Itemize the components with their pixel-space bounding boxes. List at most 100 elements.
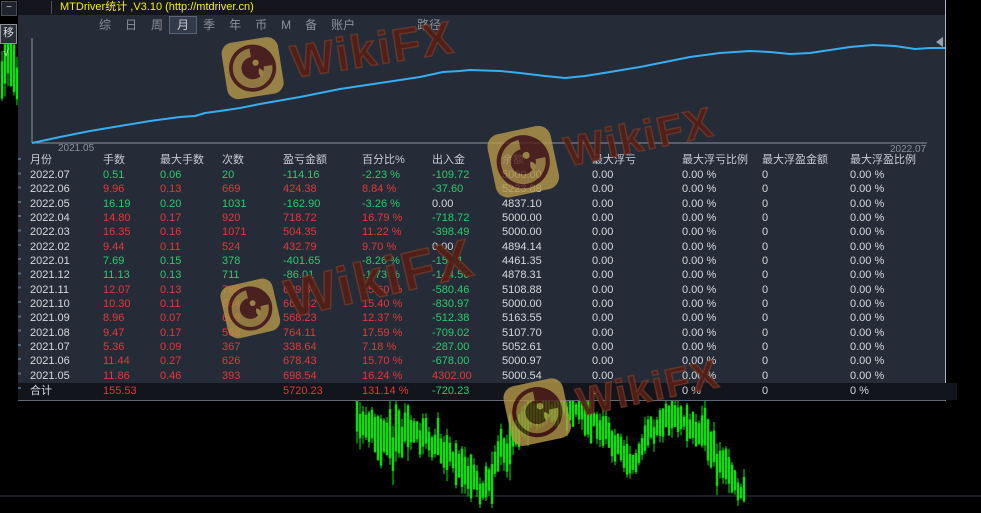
table-cell: 5052.61	[502, 340, 592, 354]
table-row[interactable]: 2022.0316.350.161071504.3511.22 %-398.49…	[18, 225, 945, 239]
table-cell: 0	[762, 311, 850, 325]
table-cell: 7.18 %	[362, 340, 432, 354]
table-cell: 0	[762, 340, 850, 354]
table-row[interactable]: 2022.069.960.13669424.388.84 %-37.605223…	[18, 182, 945, 196]
table-cell: 1031	[222, 197, 283, 211]
menu-item-1[interactable]: 综	[92, 17, 118, 33]
table-cell: -144.56	[432, 268, 502, 282]
table-cell: 15.60 %	[362, 283, 432, 297]
menu-item-8[interactable]: M	[274, 17, 298, 33]
table-cell: 920	[222, 211, 283, 225]
table-cell: 0.00	[592, 225, 682, 239]
table-cell: 0.00 %	[850, 168, 945, 182]
table-cell: 11.86	[103, 369, 160, 383]
table-row[interactable]: 2022.017.690.15378-401.65-8.26 %-15.3144…	[18, 254, 945, 268]
table-cell: 0.17	[160, 326, 222, 340]
table-row[interactable]: 2021.1010.300.11664667.4215.40 %-830.975…	[18, 297, 945, 311]
table-cell: 0.00	[592, 340, 682, 354]
table-cell: 0.00 %	[850, 240, 945, 254]
table-cell: 0.00 %	[850, 182, 945, 196]
panel-resize-handle-icon[interactable]	[936, 37, 943, 47]
table-cell: 0.00 %	[682, 283, 762, 297]
table-cell: 764.11	[283, 326, 362, 340]
table-cell: -15.31	[432, 254, 502, 268]
table-row[interactable]: 2021.075.360.09367338.647.18 %-287.00505…	[18, 340, 945, 354]
table-cell: 432.79	[283, 240, 362, 254]
table-cell: 0	[762, 283, 850, 297]
table-row[interactable]: 2021.1112.070.13788689.3415.60 %-580.465…	[18, 283, 945, 297]
table-cell: 667.42	[283, 297, 362, 311]
table-cell: 0.00 %	[682, 297, 762, 311]
table-cell: 0	[762, 182, 850, 196]
equity-curve-chart: 2021.05 2022.07	[18, 34, 946, 152]
table-row[interactable]: 2021.098.960.07609568.2312.37 %-512.3851…	[18, 311, 945, 325]
column-header: 百分比%	[362, 152, 432, 168]
table-cell: 5000.54	[502, 369, 592, 383]
menu-item-path[interactable]: 路径	[410, 17, 448, 33]
table-cell: 5223.88	[502, 182, 592, 196]
month-cell: 2021.06	[30, 354, 103, 368]
table-row[interactable]: 2021.1211.130.13711-86.01-1.73 %-144.564…	[18, 268, 945, 282]
menu-item-7[interactable]: 币	[248, 17, 274, 33]
menu-item-10[interactable]: 账户	[324, 17, 362, 33]
table-cell: 0.00 %	[850, 340, 945, 354]
table-cell: 5000.00	[502, 211, 592, 225]
move-tool-button[interactable]: 移	[0, 24, 17, 44]
panel-menubar: 综日周月季年币M备账户 路径	[18, 15, 945, 34]
table-cell	[502, 383, 592, 400]
month-cell: 2022.06	[30, 182, 103, 196]
menu-item-2[interactable]: 日	[118, 17, 144, 33]
table-cell: 16.35	[103, 225, 160, 239]
table-cell: -830.97	[432, 297, 502, 311]
table-cell: 0.00	[432, 197, 502, 211]
menu-item-5[interactable]: 季	[196, 17, 222, 33]
menu-item-6[interactable]: 年	[222, 17, 248, 33]
menu-item-9[interactable]: 备	[298, 17, 324, 33]
column-header: 出入金	[432, 152, 502, 168]
table-row[interactable]: 2022.0414.800.17920718.7216.79 %-718.725…	[18, 211, 945, 225]
column-header: 月份	[30, 152, 103, 168]
table-cell: 7.69	[103, 254, 160, 268]
column-header: 最大手数	[160, 152, 222, 168]
table-cell: 378	[222, 254, 283, 268]
table-cell: 9.96	[103, 182, 160, 196]
table-cell: 0.00	[592, 354, 682, 368]
table-cell: -398.49	[432, 225, 502, 239]
table-cell: 0.51	[103, 168, 160, 182]
table-body: 2022.070.510.0620-114.16-2.23 %-109.7250…	[18, 168, 945, 383]
table-row[interactable]: 2021.0511.860.46393698.5416.24 %4302.005…	[18, 369, 945, 383]
table-cell: 4461.35	[502, 254, 592, 268]
table-cell: -3.26 %	[362, 197, 432, 211]
table-row[interactable]: 2021.0611.440.27626678.4315.70 %-678.005…	[18, 354, 945, 368]
table-cell: 0.09	[160, 340, 222, 354]
table-cell: 0.27	[160, 354, 222, 368]
table-cell: 16.79 %	[362, 211, 432, 225]
table-cell: 0.00 %	[850, 354, 945, 368]
month-cell: 2021.10	[30, 297, 103, 311]
menu-item-4[interactable]: 月	[170, 17, 196, 33]
table-cell: 0.00	[432, 240, 502, 254]
table-row[interactable]: 2022.029.440.11524432.799.70 %0.004894.1…	[18, 240, 945, 254]
table-cell: 0.11	[160, 240, 222, 254]
table-cell: 424.38	[283, 182, 362, 196]
table-cell: 0.13	[160, 182, 222, 196]
panel-titlebar[interactable]: MTDriver统计 ,V3.10 (http://mtdriver.cn)	[18, 0, 945, 15]
table-cell: 524	[222, 240, 283, 254]
minimize-button[interactable]: −	[1, 1, 17, 16]
table-cell: 664	[222, 297, 283, 311]
table-row[interactable]: 2022.070.510.0620-114.16-2.23 %-109.7250…	[18, 168, 945, 182]
table-cell: 16.24 %	[362, 369, 432, 383]
table-cell: -718.72	[432, 211, 502, 225]
menu-item-3[interactable]: 周	[144, 17, 170, 33]
table-cell: 20	[222, 168, 283, 182]
table-row[interactable]: 2022.0516.190.201031-162.90-3.26 %0.0048…	[18, 197, 945, 211]
table-cell: 367	[222, 340, 283, 354]
column-header: 最大浮亏	[592, 152, 682, 168]
table-cell: 5163.55	[502, 311, 592, 325]
table-row[interactable]: 2021.089.470.17568764.1117.59 %-709.0251…	[18, 326, 945, 340]
table-cell: 626	[222, 354, 283, 368]
table-cell: 16.19	[103, 197, 160, 211]
table-cell: 0.00 %	[850, 283, 945, 297]
table-cell: 9.70 %	[362, 240, 432, 254]
table-cell: 338.64	[283, 340, 362, 354]
